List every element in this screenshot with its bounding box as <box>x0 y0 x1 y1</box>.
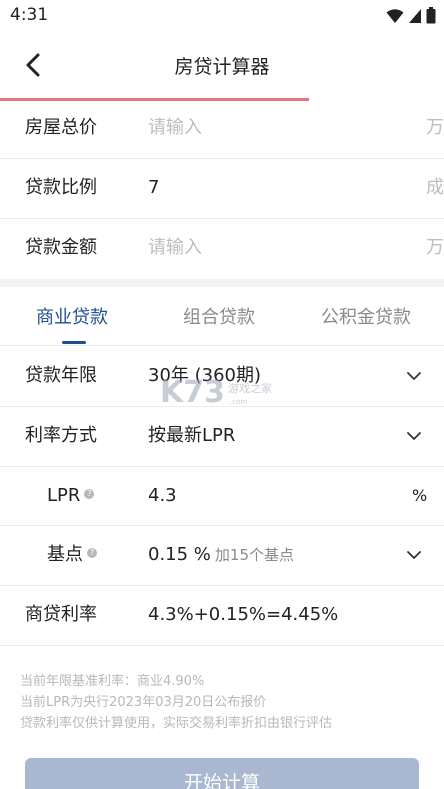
page-title: 房贷计算器 <box>174 56 270 78</box>
house-price-row[interactable]: 房屋总价 请输入 万 <box>0 98 444 158</box>
house-price-input[interactable]: 请输入 <box>148 98 202 158</box>
loan-amount-unit: 万 <box>426 237 444 258</box>
basis-point-label-wrap: 基点? <box>47 525 97 585</box>
section-gap <box>0 279 444 287</box>
note-line: 当前LPR为央行2023年03月20日公布报价 <box>20 695 267 710</box>
lpr-input[interactable]: 4.3 <box>148 466 177 526</box>
basis-point-value-wrap[interactable]: 0.15 % 加15个基点 <box>148 525 294 585</box>
status-bar: 4:31 <box>0 0 444 32</box>
nav-bar: 房贷计算器 <box>0 32 444 98</box>
loan-ratio-unit: 成 <box>426 177 444 198</box>
commercial-rate-value: 4.3%+0.15%=4.45% <box>148 604 339 625</box>
loan-term-label: 贷款年限 <box>25 365 97 386</box>
loan-amount-label: 贷款金额 <box>25 237 97 258</box>
commercial-rate-label: 商贷利率 <box>25 604 97 625</box>
note-line: 当前年限基准利率：商业4.90% <box>20 674 205 689</box>
start-calculation-button[interactable]: 开始计算 <box>25 758 419 789</box>
tab-provident-fund[interactable]: 公积金贷款 <box>321 303 411 329</box>
chevron-down-icon[interactable] <box>406 368 422 384</box>
rate-mode-label: 利率方式 <box>25 425 97 446</box>
tab-commercial[interactable]: 商业贷款 <box>36 303 108 329</box>
basis-point-row[interactable]: 基点? 0.15 % 加15个基点 <box>0 525 444 585</box>
commercial-rate-row: 商贷利率 4.3%+0.15%=4.45% <box>0 585 444 645</box>
rate-mode-value[interactable]: 按最新LPR <box>148 406 235 466</box>
help-icon[interactable]: ? <box>84 489 95 499</box>
chevron-down-icon[interactable] <box>406 428 422 444</box>
active-tab-indicator <box>62 341 86 344</box>
loan-ratio-row[interactable]: 贷款比例 7 成 <box>0 158 444 218</box>
loan-ratio-input[interactable]: 7 <box>148 158 159 218</box>
signal-icon <box>409 8 421 23</box>
note-line: 贷款利率仅供计算使用，实际交易利率折扣由银行评估 <box>20 716 333 731</box>
basis-point-label: 基点 <box>47 544 83 565</box>
basis-point-value: 0.15 % <box>148 544 211 565</box>
loan-amount-row[interactable]: 贷款金额 请输入 万 <box>0 218 444 278</box>
svg-text:.com: .com <box>230 398 247 406</box>
house-price-label: 房屋总价 <box>25 117 97 138</box>
lpr-row[interactable]: LPR? 4.3 % <box>0 466 444 526</box>
lpr-label-wrap: LPR? <box>47 466 95 526</box>
status-time: 4:31 <box>10 5 49 25</box>
battery-icon <box>426 7 436 24</box>
lpr-unit: % <box>412 486 428 505</box>
tab-combined[interactable]: 组合贷款 <box>183 303 255 329</box>
chevron-down-icon[interactable] <box>406 547 422 563</box>
house-price-unit: 万 <box>426 117 444 138</box>
svg-text:K73: K73 <box>160 375 225 410</box>
loan-type-tabs: 商业贷款 组合贷款 公积金贷款 <box>0 287 444 345</box>
loan-ratio-label: 贷款比例 <box>25 177 97 198</box>
lpr-label: LPR <box>47 485 81 506</box>
status-icons <box>386 7 436 24</box>
svg-text:游戏之家: 游戏之家 <box>228 381 272 395</box>
loan-amount-input[interactable]: 请输入 <box>148 218 202 278</box>
rate-notes: 当前年限基准利率：商业4.90% 当前LPR为央行2023年03月20日公布报价… <box>20 671 332 734</box>
wifi-icon <box>386 8 404 23</box>
rate-mode-row[interactable]: 利率方式 按最新LPR <box>0 406 444 466</box>
help-icon[interactable]: ? <box>87 548 97 558</box>
divider <box>0 645 444 646</box>
basis-point-hint: 加15个基点 <box>214 546 294 564</box>
